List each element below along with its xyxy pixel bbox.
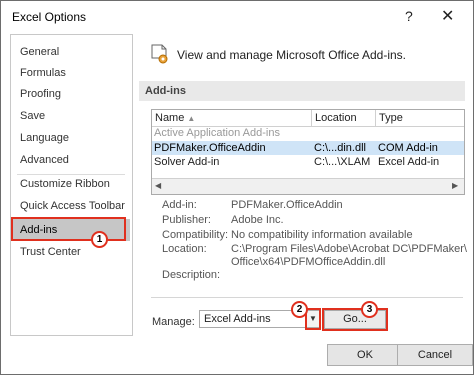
row-name[interactable]: Solver Add-in — [154, 155, 219, 169]
sort-up-icon: ▲ — [187, 114, 196, 123]
add-in-gear-icon — [151, 44, 168, 64]
sidebar-item-general[interactable]: General — [11, 41, 130, 63]
column-header-name[interactable]: Name ▲ — [152, 110, 312, 126]
title-bar: Excel Options ? ✕ — [1, 1, 473, 34]
annotation-badge-2: 2 — [291, 301, 308, 318]
sidebar-item-quick-access-toolbar[interactable]: Quick Access Toolbar — [11, 195, 130, 217]
group-active-add-ins: Active Application Add-ins — [154, 127, 280, 139]
detail-addin-label: Add-in: — [162, 199, 197, 211]
detail-location-label: Location: — [162, 243, 207, 255]
table-header: Name ▲ Location Type — [152, 110, 464, 127]
sidebar-item-proofing[interactable]: Proofing — [11, 83, 130, 105]
detail-compatibility-value: No compatibility information available — [231, 229, 413, 241]
sidebar-item-trust-center[interactable]: Trust Center — [11, 241, 130, 263]
cancel-button[interactable]: Cancel — [397, 344, 473, 366]
panel-divider — [151, 297, 463, 298]
ok-button[interactable]: OK — [327, 344, 403, 366]
row-type: Excel Add-in — [378, 156, 440, 168]
section-title: Add-ins — [145, 85, 186, 97]
annotation-badge-1: 1 — [91, 231, 108, 248]
scroll-left-icon[interactable]: ◀ — [155, 181, 161, 190]
add-ins-panel: View and manage Microsoft Office Add-ins… — [139, 34, 467, 337]
row-location: C:\...din.dll — [314, 142, 366, 154]
detail-description-label: Description: — [162, 269, 221, 281]
horizontal-scrollbar[interactable]: ◀ ▶ — [152, 178, 464, 194]
excel-options-dialog: Excel Options ? ✕ General Formulas Proof… — [0, 0, 474, 375]
options-sidebar: General Formulas Proofing Save Language … — [10, 34, 133, 336]
detail-compatibility-label: Compatibility: — [162, 229, 229, 241]
add-ins-table: Name ▲ Location Type Active Application … — [151, 109, 465, 195]
manage-label: Manage: — [152, 316, 195, 328]
sidebar-item-language[interactable]: Language — [11, 127, 130, 149]
row-location: C:\...\XLAM — [314, 156, 371, 168]
column-header-type[interactable]: Type — [376, 110, 464, 126]
scroll-right-icon[interactable]: ▶ — [452, 181, 458, 190]
add-ins-section-header: Add-ins — [139, 81, 465, 101]
panel-header: View and manage Microsoft Office Add-ins… — [177, 48, 407, 62]
sidebar-item-save[interactable]: Save — [11, 105, 130, 127]
detail-location-value-cont: Office\x64\PDFMOfficeAddin.dll — [231, 256, 386, 268]
add-ins-highlight — [11, 217, 126, 241]
row-type: COM Add-in — [378, 142, 438, 154]
dialog-title: Excel Options — [12, 10, 87, 24]
help-button[interactable]: ? — [405, 8, 413, 24]
detail-addin-value: PDFMaker.OfficeAddin — [231, 199, 343, 211]
detail-publisher-value: Adobe Inc. — [231, 214, 284, 226]
column-header-location[interactable]: Location — [312, 110, 376, 126]
detail-location-value: C:\Program Files\Adobe\Acrobat DC\PDFMak… — [231, 243, 467, 255]
row-name: PDFMaker.OfficeAddin — [154, 142, 266, 154]
sidebar-item-formulas[interactable]: Formulas — [11, 62, 130, 84]
sidebar-item-advanced[interactable]: Advanced — [11, 149, 130, 171]
sidebar-item-customize-ribbon[interactable]: Customize Ribbon — [11, 173, 130, 195]
go-highlight — [322, 308, 388, 331]
close-icon[interactable]: ✕ — [441, 6, 454, 26]
manage-select-value: Excel Add-ins — [204, 313, 271, 325]
detail-publisher-label: Publisher: — [162, 214, 211, 226]
annotation-badge-3: 3 — [361, 301, 378, 318]
column-name-label: Name — [155, 112, 185, 124]
